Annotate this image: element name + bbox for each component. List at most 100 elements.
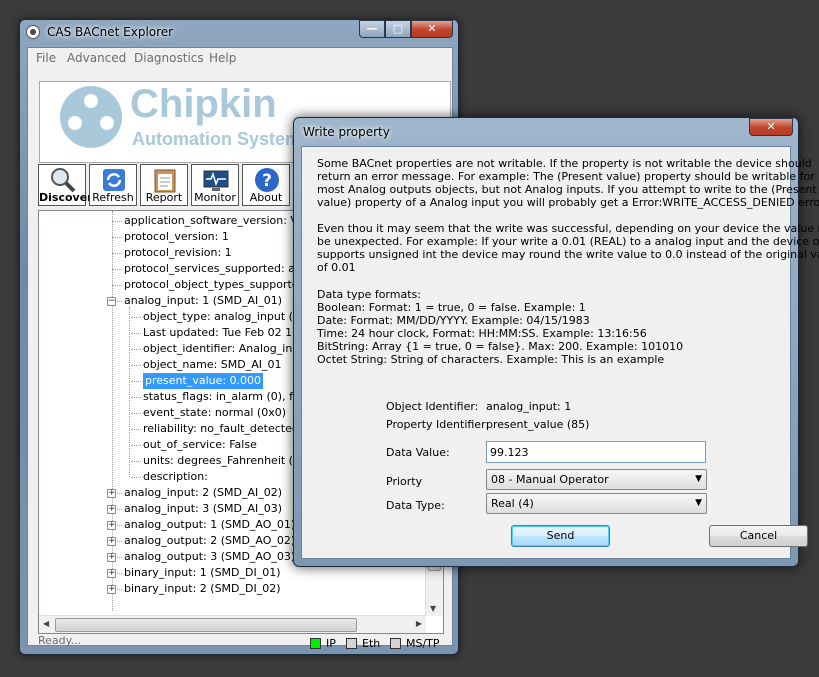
data-type-label: Data Type: bbox=[386, 499, 445, 512]
rounding-info-text: Even thou it may seem that the write was… bbox=[317, 222, 819, 274]
tree-connector bbox=[112, 269, 122, 270]
scroll-left-icon[interactable]: ◀ bbox=[43, 619, 49, 628]
menu-help[interactable]: Help bbox=[209, 51, 236, 65]
object-identifier-value: analog_input: 1 bbox=[486, 400, 572, 413]
ip-indicator-label: IP bbox=[326, 637, 336, 650]
refresh-label: Refresh bbox=[92, 191, 134, 204]
about-button[interactable]: ? About bbox=[242, 164, 290, 206]
chevron-down-icon: ▼ bbox=[695, 498, 702, 508]
info-line: return an error message. For example: Th… bbox=[317, 170, 815, 183]
menu-diagnostics[interactable]: Diagnostics bbox=[134, 51, 204, 65]
tree-node-property[interactable]: protocol_version: 1 bbox=[124, 229, 229, 245]
priority-select[interactable]: 08 - Manual Operator ▼ bbox=[486, 469, 707, 490]
logo-subtitle: Automation Systems bbox=[132, 129, 312, 149]
tree-node-object[interactable]: analog_output: 2 (SMD_AO_02) bbox=[124, 533, 295, 549]
tree-node-property[interactable]: protocol_object_types_supported: a bbox=[124, 277, 320, 293]
report-button[interactable]: Report bbox=[140, 164, 188, 206]
mstp-indicator-label: MS/TP bbox=[406, 637, 440, 650]
tree-connector bbox=[112, 253, 122, 254]
writable-info-text: Some BACnet properties are not writable.… bbox=[317, 157, 819, 209]
tree-node-object[interactable]: analog_output: 3 (SMD_AO_03) bbox=[124, 549, 295, 565]
tree-node-object[interactable]: binary_input: 2 (SMD_DI_02) bbox=[124, 581, 281, 597]
expand-icon[interactable]: + bbox=[107, 489, 116, 498]
horizontal-scroll-thumb[interactable] bbox=[55, 618, 357, 632]
tree-node-property[interactable]: protocol_revision: 1 bbox=[124, 245, 232, 261]
tree-node-object[interactable]: analog_input: 1 (SMD_AI_01) bbox=[124, 293, 282, 309]
expand-icon[interactable]: + bbox=[107, 553, 116, 562]
tree-connector bbox=[131, 333, 141, 334]
tree-node-property[interactable]: status_flags: in_alarm (0), fault bbox=[143, 389, 314, 405]
data-type-select[interactable]: Real (4) ▼ bbox=[486, 493, 707, 514]
refresh-button[interactable]: Refresh bbox=[89, 164, 137, 206]
tree-connector bbox=[112, 211, 113, 611]
data-value-label: Data Value: bbox=[386, 446, 450, 459]
maximize-button[interactable]: □ bbox=[385, 20, 411, 38]
tree-node-object[interactable]: analog_input: 2 (SMD_AI_02) bbox=[124, 485, 282, 501]
dialog-client-area: Some BACnet properties are not writable.… bbox=[301, 146, 819, 559]
data-type-formats-text: Data type formats: Boolean: Format: 1 = … bbox=[317, 288, 779, 366]
property-identifier-value: present_value (85) bbox=[486, 418, 590, 431]
info-line: Data type formats: bbox=[317, 288, 421, 301]
tree-node-selected[interactable]: present_value: 0.000 bbox=[143, 373, 264, 389]
tree-node-property[interactable]: protocol_services_supported: ackno bbox=[124, 261, 321, 277]
property-identifier-label: Property Identifier: bbox=[386, 418, 490, 431]
menu-bar: File Advanced Diagnostics Help bbox=[28, 48, 452, 68]
tree-node-property[interactable]: object_type: analog_input (0x0) bbox=[143, 309, 318, 325]
tree-node-property[interactable]: Last updated: Tue Feb 02 16:11 bbox=[143, 325, 317, 341]
chevron-down-icon: ▼ bbox=[695, 474, 702, 484]
tree-connector bbox=[131, 477, 141, 478]
write-property-dialog: Write property ✕ Some BACnet properties … bbox=[293, 117, 819, 567]
object-identifier-label: Object Identifier: bbox=[386, 400, 479, 413]
tree-node-property[interactable]: object_name: SMD_AI_01 bbox=[143, 357, 282, 373]
discover-button[interactable]: Discover bbox=[38, 164, 93, 206]
collapse-icon[interactable]: − bbox=[107, 297, 116, 306]
tree-node-object[interactable]: analog_output: 1 (SMD_AO_01) bbox=[124, 517, 295, 533]
data-type-selected-value: Real (4) bbox=[491, 497, 534, 510]
priority-label: Priorty bbox=[386, 475, 423, 488]
expand-icon[interactable]: + bbox=[107, 521, 116, 530]
minimize-button[interactable]: — bbox=[359, 20, 385, 38]
info-line: Boolean: Format: 1 = true, 0 = false. Ex… bbox=[317, 301, 586, 314]
tree-node-property[interactable]: out_of_service: False bbox=[143, 437, 257, 453]
caption-buttons: — □ ✕ bbox=[359, 20, 453, 38]
help-icon: ? bbox=[255, 168, 279, 192]
tree-connector bbox=[129, 307, 130, 477]
tree-node-property[interactable]: event_state: normal (0x0) bbox=[143, 405, 286, 421]
info-line: Date: Format: MM/DD/YYYY. Example: 04/15… bbox=[317, 314, 590, 327]
info-line: be unexpected. For example: If your writ… bbox=[317, 235, 819, 248]
info-line: Even thou it may seem that the write was… bbox=[317, 222, 819, 235]
dialog-close-button[interactable]: ✕ bbox=[749, 118, 793, 136]
tree-connector bbox=[131, 349, 141, 350]
monitor-label: Monitor bbox=[194, 191, 236, 204]
scroll-down-icon[interactable]: ▼ bbox=[430, 604, 436, 613]
clipboard-icon bbox=[154, 169, 176, 193]
info-line: value) property of a Analog input you wi… bbox=[317, 196, 819, 209]
expand-icon[interactable]: + bbox=[107, 537, 116, 546]
monitor-button[interactable]: Monitor bbox=[191, 164, 239, 206]
tree-node-object[interactable]: analog_input: 3 (SMD_AI_03) bbox=[124, 501, 282, 517]
tree-connector bbox=[112, 221, 122, 222]
tree-node-object[interactable]: binary_input: 1 (SMD_DI_01) bbox=[124, 565, 281, 581]
about-label: About bbox=[249, 191, 283, 204]
refresh-icon bbox=[103, 169, 125, 191]
scroll-right-icon[interactable]: ▶ bbox=[416, 619, 422, 628]
cancel-button[interactable]: Cancel bbox=[709, 525, 808, 547]
send-button[interactable]: Send bbox=[511, 525, 610, 547]
info-line: supports unsigned int the device may rou… bbox=[317, 248, 819, 261]
info-line: Some BACnet properties are not writable.… bbox=[317, 157, 812, 170]
discover-label: Discover bbox=[39, 191, 93, 204]
menu-advanced[interactable]: Advanced bbox=[67, 51, 126, 65]
menu-file[interactable]: File bbox=[36, 51, 56, 65]
expand-icon[interactable]: + bbox=[107, 569, 116, 578]
data-value-input[interactable] bbox=[486, 441, 706, 463]
tree-node-property[interactable]: description: bbox=[143, 469, 208, 485]
expand-icon[interactable]: + bbox=[107, 585, 116, 594]
tree-connector bbox=[131, 429, 141, 430]
tree-connector bbox=[131, 413, 141, 414]
monitor-icon bbox=[203, 170, 229, 191]
close-button[interactable]: ✕ bbox=[411, 20, 453, 38]
tree-horizontal-scrollbar[interactable]: ◀ ▶ bbox=[39, 615, 426, 633]
logo-name: Chipkin bbox=[130, 82, 277, 126]
main-titlebar[interactable]: CAS BACnet Explorer — □ ✕ bbox=[20, 20, 458, 46]
expand-icon[interactable]: + bbox=[107, 505, 116, 514]
